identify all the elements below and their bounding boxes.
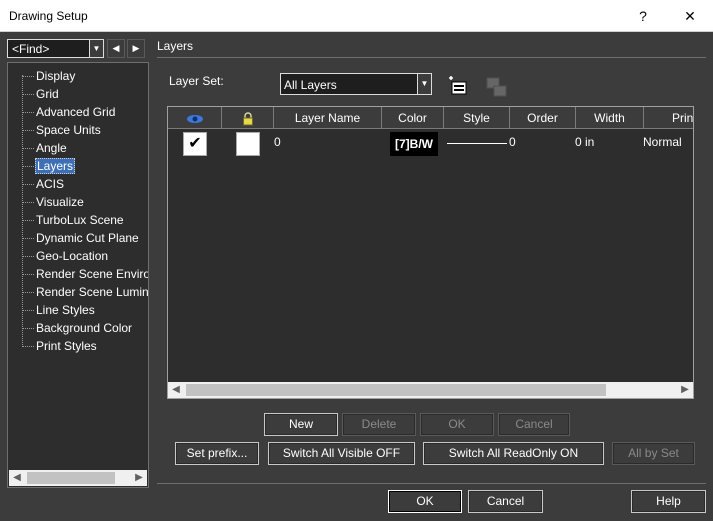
style-value-cell[interactable]: 0 <box>509 134 516 162</box>
divider <box>157 483 706 484</box>
column-visible[interactable] <box>168 107 222 129</box>
tree-item-acis[interactable]: ACIS <box>22 176 65 194</box>
next-page-button[interactable]: ▶ <box>127 39 145 58</box>
tree-item-geo-location[interactable]: Geo-Location <box>22 248 109 266</box>
delete-button[interactable]: Delete <box>342 413 416 436</box>
arrow-right-icon: ▶ <box>132 43 140 53</box>
tree-item-grid[interactable]: Grid <box>22 86 60 104</box>
tree-item-space-units[interactable]: Space Units <box>22 122 102 140</box>
scroll-thumb[interactable] <box>27 472 115 484</box>
tree-horizontal-scrollbar[interactable]: ◀ ▶ <box>9 470 147 486</box>
ok-row-button[interactable]: OK <box>420 413 494 436</box>
column-style[interactable]: Style <box>444 107 510 129</box>
close-icon[interactable]: ✕ <box>667 0 713 32</box>
color-cell[interactable]: [7]B/W <box>390 132 438 156</box>
column-order[interactable]: Order <box>510 107 576 129</box>
divider <box>157 57 706 58</box>
help-button[interactable]: Help <box>631 490 706 513</box>
tree-item-angle[interactable]: Angle <box>22 140 68 158</box>
scroll-left-icon[interactable]: ◀ <box>9 470 25 486</box>
scroll-left-icon[interactable]: ◀ <box>168 382 184 398</box>
ok-button[interactable]: OK <box>388 490 462 513</box>
layers-table[interactable]: Layer Name Color Style Order Width Print… <box>167 106 694 399</box>
settings-tree[interactable]: Display Grid Advanced Grid Space Units A… <box>7 62 149 488</box>
switch-readonly-on-button[interactable]: Switch All ReadOnly ON <box>423 442 604 465</box>
column-layer-name[interactable]: Layer Name <box>274 107 382 129</box>
print-cell[interactable]: Normal <box>643 134 682 162</box>
tree-item-turbolux-scene[interactable]: TurboLux Scene <box>22 212 125 230</box>
table-horizontal-scrollbar[interactable]: ◀ ▶ <box>168 382 693 398</box>
title-bar: Drawing Setup ? ✕ <box>0 0 713 32</box>
tree-item-advanced-grid[interactable]: Advanced Grid <box>22 104 116 122</box>
tree-item-line-styles[interactable]: Line Styles <box>22 302 96 320</box>
help-icon[interactable]: ? <box>620 0 666 32</box>
column-color[interactable]: Color <box>382 107 444 129</box>
scroll-thumb[interactable] <box>186 384 606 396</box>
arrow-left-icon: ◀ <box>112 43 120 53</box>
scroll-right-icon[interactable]: ▶ <box>677 382 693 398</box>
chevron-down-icon[interactable]: ▼ <box>417 74 431 94</box>
tree-item-display[interactable]: Display <box>22 68 76 86</box>
lock-checkbox[interactable] <box>236 132 260 156</box>
tree-item-background-color[interactable]: Background Color <box>22 320 133 338</box>
new-layer-set-icon[interactable] <box>446 75 472 101</box>
tree-item-dynamic-cut-plane[interactable]: Dynamic Cut Plane <box>22 230 140 248</box>
window-title: Drawing Setup <box>9 9 88 23</box>
table-header: Layer Name Color Style Order Width Print <box>168 107 693 129</box>
column-lock[interactable] <box>222 107 274 129</box>
find-value: <Find> <box>12 42 50 56</box>
tree-item-render-scene-luminance[interactable]: Render Scene Luminance <box>22 284 148 302</box>
switch-visible-off-button[interactable]: Switch All Visible OFF <box>268 442 415 465</box>
section-title: Layers <box>157 39 194 53</box>
column-print[interactable]: Print <box>644 107 693 129</box>
find-combo[interactable]: <Find> ▼ <box>7 39 104 58</box>
layer-set-label: Layer Set: <box>169 74 224 88</box>
tree-item-print-styles[interactable]: Print Styles <box>22 338 98 356</box>
lock-icon <box>242 111 254 126</box>
cancel-row-button[interactable]: Cancel <box>498 413 570 436</box>
width-cell[interactable]: 0 in <box>575 134 594 162</box>
all-by-set-button[interactable]: All by Set <box>612 442 695 465</box>
layer-set-value: All Layers <box>284 78 337 92</box>
layer-set-combo[interactable]: All Layers ▼ <box>280 73 432 95</box>
previous-page-button[interactable]: ◀ <box>107 39 125 58</box>
set-prefix-button[interactable]: Set prefix... <box>175 442 259 465</box>
column-width[interactable]: Width <box>576 107 644 129</box>
eye-icon <box>186 111 204 125</box>
cancel-button[interactable]: Cancel <box>468 490 543 513</box>
line-style-sample <box>447 143 507 144</box>
tree-item-render-scene-environment[interactable]: Render Scene Environment <box>22 266 148 284</box>
scroll-right-icon[interactable]: ▶ <box>131 470 147 486</box>
visible-checkbox[interactable]: ✔ <box>183 132 207 156</box>
chevron-down-icon[interactable]: ▼ <box>89 40 103 57</box>
tree-item-layers[interactable]: Layers <box>22 158 76 176</box>
copy-layer-set-icon[interactable] <box>484 75 510 101</box>
tree-item-visualize[interactable]: Visualize <box>22 194 85 212</box>
new-button[interactable]: New <box>264 413 338 436</box>
layer-name-cell[interactable]: 0 <box>274 134 281 162</box>
